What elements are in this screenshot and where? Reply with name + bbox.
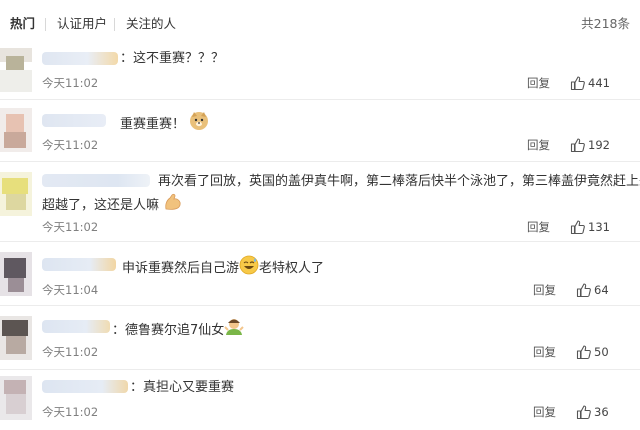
like-button[interactable]: 64 (576, 282, 622, 298)
thumbs-up-icon (570, 138, 585, 153)
like-count: 192 (588, 138, 610, 152)
comment-text: 申诉重赛然后自己游 老特权人了 (122, 255, 324, 279)
thumbs-up-icon (570, 76, 585, 91)
username-blurred[interactable] (42, 52, 118, 65)
comment-item: ：真担心又要重赛 今天11:02 回复 36 (0, 370, 640, 430)
comment-text: 重赛重赛！ (120, 111, 209, 135)
comment-filter-tabs: 热门 认证用户 关注的人 共218条 (0, 0, 640, 44)
avatar[interactable] (0, 316, 32, 360)
avatar[interactable] (0, 172, 32, 216)
tab-separator (114, 18, 115, 31)
thumbs-up-icon (576, 345, 591, 360)
like-button[interactable]: 50 (576, 344, 622, 360)
tab-separator (45, 18, 46, 31)
comment-time: 今天11:04 (42, 283, 99, 297)
sweat-laugh-emoji (239, 255, 259, 275)
like-count: 441 (588, 76, 610, 90)
reply-button[interactable]: 回复 (533, 405, 556, 419)
tab-verified-users[interactable]: 认证用户 (57, 16, 107, 32)
avatar[interactable] (0, 252, 32, 296)
username-blurred[interactable] (42, 174, 150, 187)
flexed-biceps-emoji (165, 193, 181, 210)
reply-button[interactable]: 回复 (533, 345, 556, 359)
reply-button[interactable]: 回复 (527, 138, 550, 152)
comment-item: 再次看了回放，英国的盖伊真牛啊，第二棒落后快半个泳池了，第三棒盖伊竟然赶上来 超… (0, 162, 640, 242)
avatar[interactable] (0, 376, 32, 420)
reply-button[interactable]: 回复 (527, 76, 550, 90)
comment-text-line2: 超越了，这还是人嘛 (42, 192, 183, 216)
comment-time: 今天11:02 (42, 405, 99, 419)
like-count: 131 (588, 220, 610, 234)
username-blurred[interactable] (42, 320, 110, 333)
tab-following[interactable]: 关注的人 (126, 16, 176, 32)
shrug-emoji (224, 319, 245, 335)
comment-text: ：这不重赛？？？ (120, 51, 225, 66)
comment-text-line1: 再次看了回放，英国的盖伊真牛啊，第二棒落后快半个泳池了，第三棒盖伊竟然赶上来 (158, 174, 640, 189)
comment-time: 今天11:02 (42, 220, 99, 234)
comment-time: 今天11:02 (42, 76, 99, 90)
like-count: 50 (594, 345, 609, 359)
username-blurred[interactable] (42, 380, 128, 393)
comment-item: 重赛重赛！ 今天11:02 回复 192 (0, 100, 640, 162)
avatar[interactable] (0, 108, 32, 152)
comment-text: ：德鲁赛尔追7仙女 (112, 317, 245, 341)
thumbs-up-icon (576, 405, 591, 420)
like-button[interactable]: 192 (570, 137, 620, 153)
comment-item: 申诉重赛然后自己游 老特权人了 今天11:04 回复 64 (0, 242, 640, 306)
like-button[interactable]: 36 (576, 404, 622, 420)
thumbs-up-icon (570, 220, 585, 235)
username-blurred[interactable] (42, 114, 106, 127)
comment-time: 今天11:02 (42, 345, 99, 359)
avatar[interactable] (0, 48, 32, 92)
like-button[interactable]: 441 (570, 75, 620, 91)
doge-emoji (190, 112, 209, 130)
comment-total-count: 共218条 (581, 16, 630, 31)
thumbs-up-icon (576, 283, 591, 298)
comment-item: ：这不重赛？？？ 今天11:02 回复 441 (0, 44, 640, 100)
like-count: 36 (594, 405, 609, 419)
reply-button[interactable]: 回复 (527, 220, 550, 234)
tab-hot[interactable]: 热门 (10, 16, 35, 32)
comment-text: ：真担心又要重赛 (130, 380, 235, 395)
comment-item: ：德鲁赛尔追7仙女 今天11:02 回复 50 (0, 306, 640, 370)
comment-time: 今天11:02 (42, 138, 99, 152)
reply-button[interactable]: 回复 (533, 283, 556, 297)
username-blurred[interactable] (42, 258, 116, 271)
like-button[interactable]: 131 (570, 219, 620, 235)
like-count: 64 (594, 283, 609, 297)
